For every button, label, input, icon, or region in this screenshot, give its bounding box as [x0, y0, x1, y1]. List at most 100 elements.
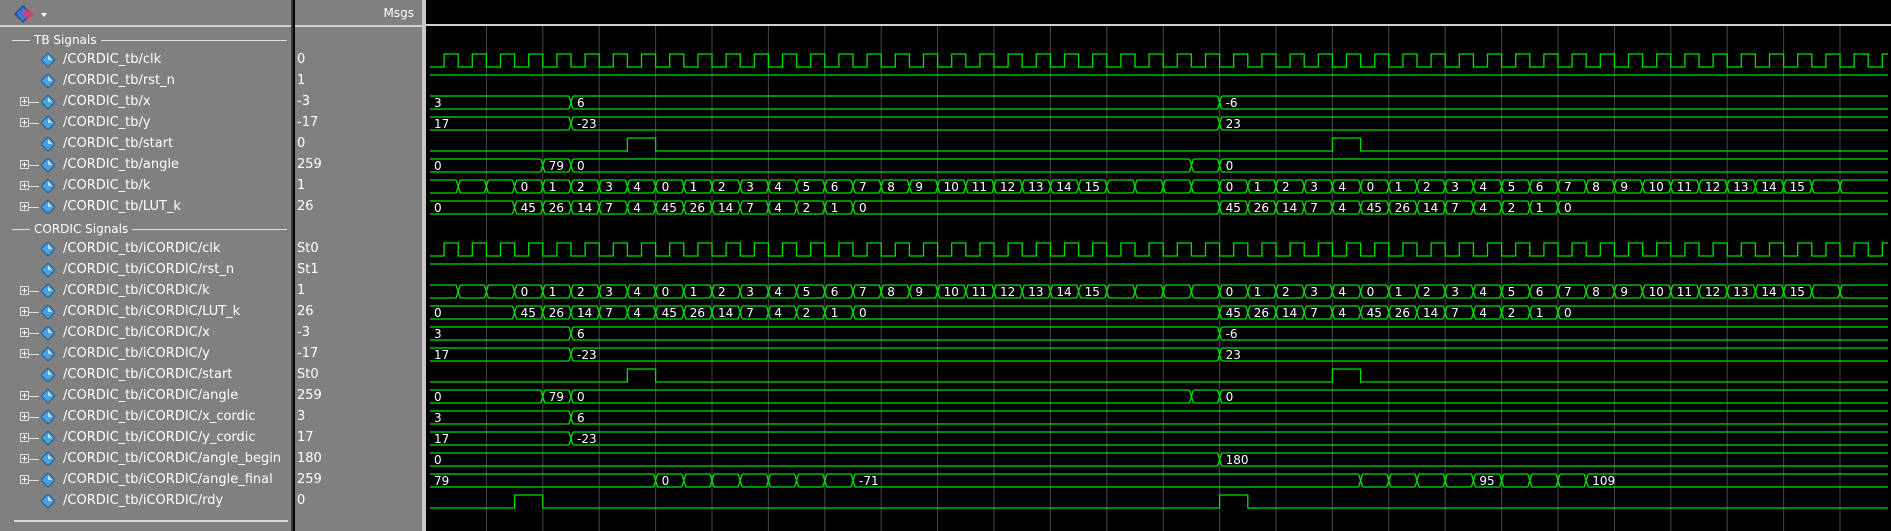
signal-value: 259 — [297, 388, 322, 403]
signal-name: /CORDIC_tb/clk — [63, 52, 162, 67]
bus-value-label: 9 — [915, 180, 923, 194]
name-pane-scrollbar[interactable] — [14, 520, 288, 522]
signal-value: 180 — [297, 451, 322, 466]
bus-value-label: 180 — [1226, 453, 1249, 467]
bus-transition — [1470, 179, 1477, 194]
value-pane-header: Msgs — [295, 0, 422, 27]
bus-transition — [850, 200, 856, 215]
signal-row[interactable]: /CORDIC_tb/iCORDIC/k — [0, 281, 290, 302]
bus-value-label: 79 — [549, 390, 564, 404]
bus-transition — [963, 179, 969, 194]
signal-row[interactable]: /CORDIC_tb/y — [0, 113, 290, 134]
expand-icon[interactable] — [20, 202, 29, 211]
bus-value-label: 6 — [831, 285, 839, 299]
bus-segment — [742, 473, 767, 488]
signal-row[interactable]: /CORDIC_tb/iCORDIC/y_cordic — [0, 428, 290, 449]
bus-value-label: 3 — [1451, 180, 1459, 194]
expand-icon[interactable] — [20, 475, 29, 484]
bus-transition — [624, 200, 631, 215]
bus-segment — [430, 305, 513, 320]
signal-row[interactable]: /CORDIC_tb/clk — [0, 50, 290, 71]
bus-value-label: 0 — [434, 306, 442, 320]
wave-toolbar-icon[interactable] — [14, 5, 48, 23]
waveform-canvas[interactable]: 3 6 -617 -23 230 79 0 00 1 2 3 4 0 1 2 3 4 5 6 7 8 9 10 11 12 13 1… — [426, 0, 1891, 531]
waveform-pane[interactable]: 3 6 -6 17 -23 23 0 79 0 0 0 1 2 3 4 0 1 2 3 4 5 6 7 8 9 10 11 12 13 1… — [426, 0, 1891, 531]
bus-value-label: 2 — [718, 285, 726, 299]
signal-name: /CORDIC_tb/iCORDIC/y — [63, 346, 210, 361]
bus-segment — [573, 431, 1888, 446]
bus-segment — [1531, 473, 1556, 488]
bus-segment — [1221, 389, 1888, 404]
bus-value-label: 26 — [549, 306, 564, 320]
bus-segment — [460, 284, 485, 299]
signal-row[interactable]: /CORDIC_tb/rst_n — [0, 71, 290, 92]
bus-transition — [1245, 305, 1251, 320]
bus-value-label: 3 — [434, 96, 442, 110]
bus-value-label: 14 — [1282, 201, 1297, 215]
tree-connector — [29, 165, 39, 166]
expand-icon[interactable] — [20, 433, 29, 442]
signal-row[interactable]: /CORDIC_tb/k — [0, 176, 290, 197]
signal-row[interactable]: /CORDIC_tb/start — [0, 134, 290, 155]
expand-icon[interactable] — [20, 412, 29, 421]
expand-icon[interactable] — [20, 286, 29, 295]
expand-icon[interactable] — [20, 160, 29, 169]
signal-row[interactable]: /CORDIC_tb/iCORDIC/rdy — [0, 491, 290, 512]
bus-transition — [1019, 179, 1025, 194]
signal-name: /CORDIC_tb/iCORDIC/x_cordic — [63, 409, 256, 424]
bus-value-label: 1 — [1395, 285, 1403, 299]
bus-value-label: 12 — [1705, 285, 1720, 299]
signal-row[interactable]: /CORDIC_tb/iCORDIC/clk — [0, 239, 290, 260]
signal-row[interactable]: /CORDIC_tb/iCORDIC/LUT_k — [0, 302, 290, 323]
signal-row[interactable]: /CORDIC_tb/iCORDIC/x_cordic — [0, 407, 290, 428]
bus-value-label: 0 — [1564, 201, 1572, 215]
bus-value-label: 3 — [434, 411, 442, 425]
bus-segment — [1560, 200, 1888, 215]
expand-icon[interactable] — [20, 454, 29, 463]
signal-row[interactable]: /CORDIC_tb/iCORDIC/angle_begin — [0, 449, 290, 470]
signal-diamond-icon — [40, 304, 56, 320]
signal-row[interactable]: /CORDIC_tb/iCORDIC/y — [0, 344, 290, 365]
signal-diamond-icon — [40, 451, 56, 467]
bus-segment — [430, 116, 569, 131]
signal-row[interactable]: /CORDIC_tb/iCORDIC/angle_final — [0, 470, 290, 491]
signal-row[interactable]: /CORDIC_tb/iCORDIC/x — [0, 323, 290, 344]
bus-transition — [1188, 158, 1195, 173]
bus-value-label: 13 — [1028, 285, 1043, 299]
bus-transition — [568, 431, 574, 446]
signal-value: 0 — [297, 52, 306, 67]
expand-icon[interactable] — [20, 97, 29, 106]
bus-transition — [624, 284, 631, 299]
expand-icon[interactable] — [20, 181, 29, 190]
expand-icon[interactable] — [20, 307, 29, 316]
expand-icon[interactable] — [20, 391, 29, 400]
bus-value-label: 7 — [1310, 201, 1318, 215]
bus-value-label: 4 — [633, 201, 641, 215]
bus-value-label: -71 — [859, 474, 879, 488]
signal-row[interactable]: /CORDIC_tb/LUT_k — [0, 197, 290, 218]
expand-icon[interactable] — [20, 349, 29, 358]
bus-transition — [455, 284, 461, 299]
signal-row[interactable]: /CORDIC_tb/iCORDIC/angle — [0, 386, 290, 407]
bus-value-label: 1 — [831, 306, 839, 320]
tree-connector — [29, 480, 39, 481]
bus-transition — [568, 158, 574, 173]
bus-value-label: 3 — [605, 180, 613, 194]
bus-transition — [1470, 305, 1477, 320]
bus-transition — [1696, 284, 1702, 299]
signal-row[interactable]: /CORDIC_tb/x — [0, 92, 290, 113]
bus-segment — [573, 347, 1218, 362]
bus-value-label: 0 — [859, 201, 867, 215]
signal-row[interactable]: /CORDIC_tb/angle — [0, 155, 290, 176]
signal-diamond-icon — [40, 346, 56, 362]
signal-row[interactable]: /CORDIC_tb/iCORDIC/rst_n — [0, 260, 290, 281]
expand-icon[interactable] — [20, 328, 29, 337]
bus-segment — [430, 347, 569, 362]
expand-icon[interactable] — [20, 118, 29, 127]
bus-value-label: 45 — [662, 201, 677, 215]
bus-transition — [1301, 200, 1307, 215]
signal-row[interactable]: /CORDIC_tb/iCORDIC/start — [0, 365, 290, 386]
bus-value-label: 0 — [662, 180, 670, 194]
bus-value-label: 5 — [1508, 180, 1516, 194]
signal-value: St0 — [297, 241, 319, 256]
